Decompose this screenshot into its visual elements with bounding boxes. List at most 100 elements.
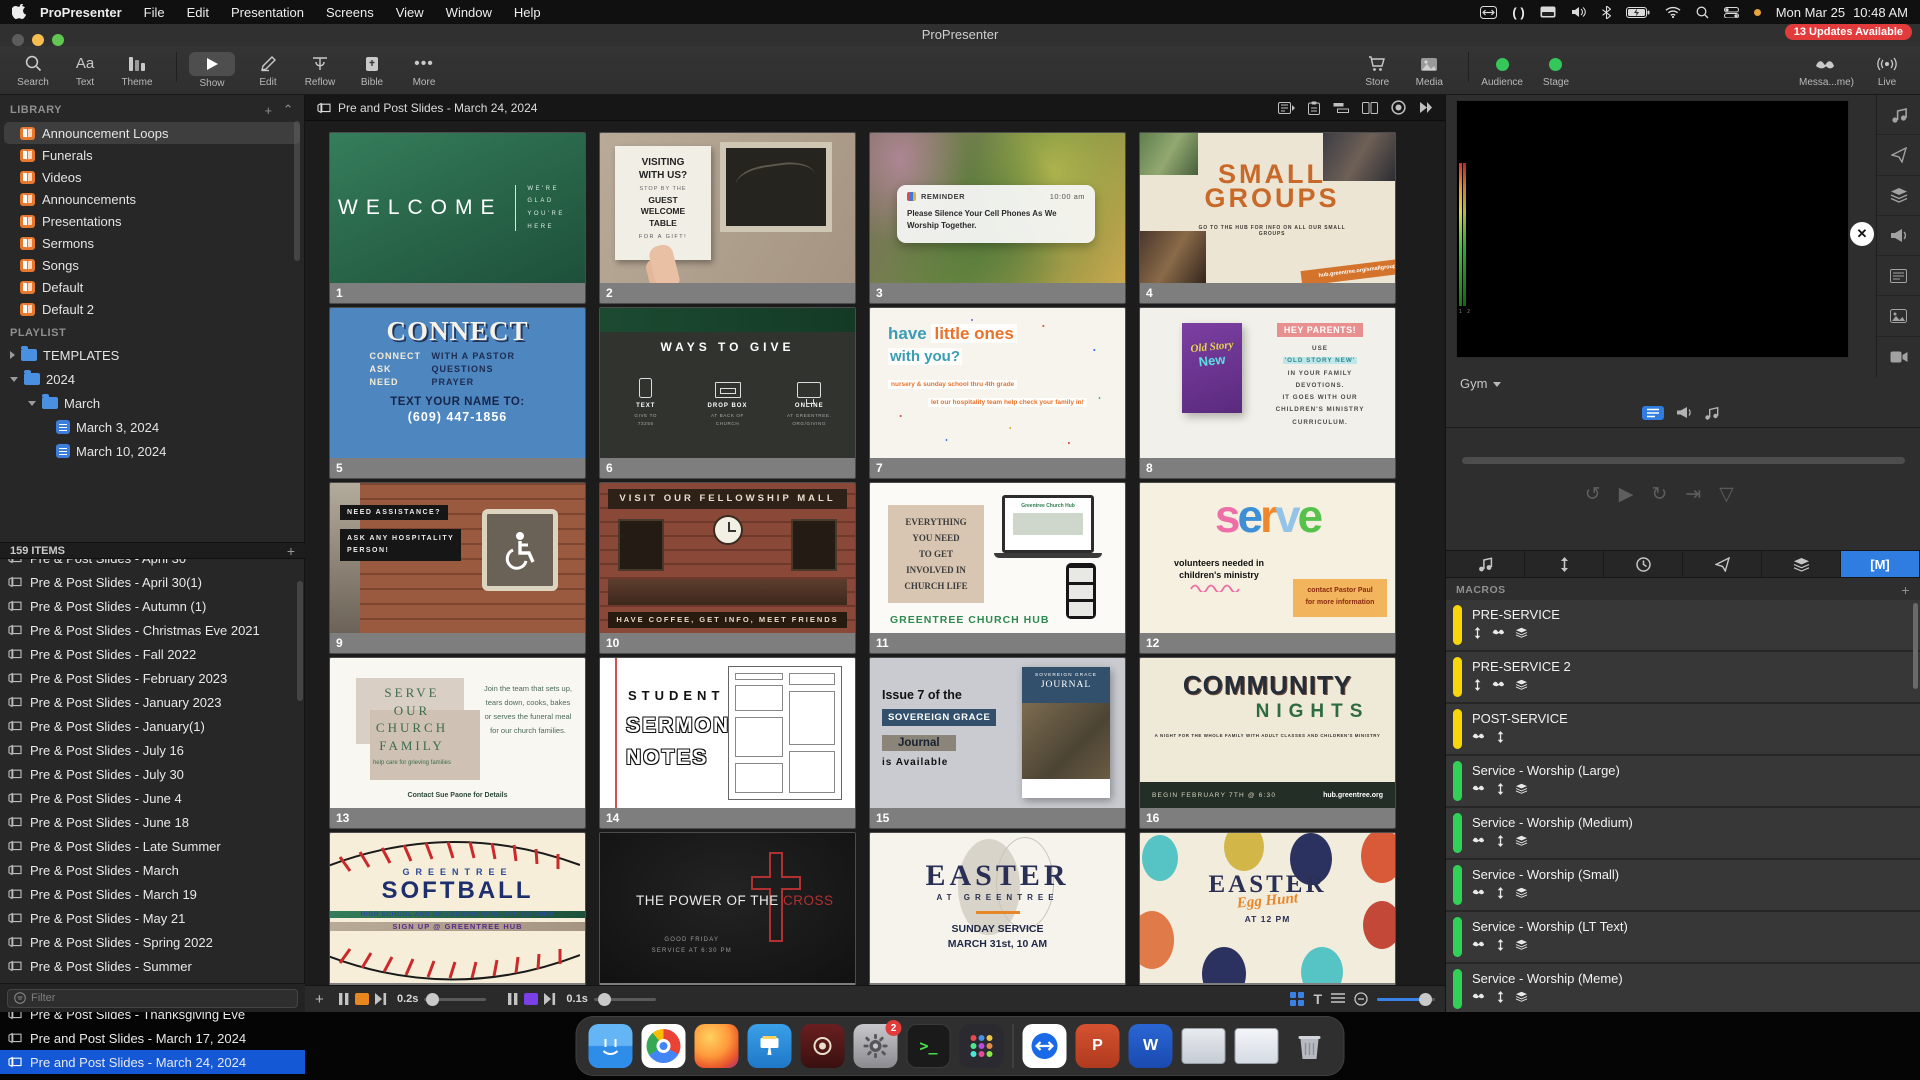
record-target-icon[interactable] (1391, 100, 1406, 115)
presentation-list-item[interactable]: Pre & Post Slides - February 2023 (0, 666, 305, 690)
library-item[interactable]: Presentations (0, 210, 304, 232)
bible-button[interactable]: Bible (353, 53, 391, 88)
slide-thumbnail-19[interactable]: EASTER AT GREENTREE SUNDAY SERVICEMARCH … (869, 832, 1126, 1004)
library-item[interactable]: Announcements (0, 188, 304, 210)
control-center-icon[interactable] (1724, 7, 1739, 18)
playlist-doc-march-3[interactable]: March 3, 2024 (0, 415, 304, 439)
presentation-list-item[interactable]: Pre & Post Slides - June 18 (0, 810, 305, 834)
library-item[interactable]: Default (0, 276, 304, 298)
launchpad-dock-icon[interactable] (960, 1024, 1004, 1068)
slide-thumbnail-5[interactable]: CONNECT CONNECTWITH A PASTOR ASKQUESTION… (329, 307, 586, 479)
presentation-list-item[interactable]: Pre and Post Slides - March 24, 2024 (0, 1050, 305, 1074)
wifi-icon[interactable] (1665, 6, 1681, 18)
presentation-list-item[interactable]: Pre and Post Slides - March 17, 2024 (0, 1026, 305, 1050)
presentation-list-item[interactable]: Pre & Post Slides - April 30 (0, 559, 305, 570)
firefox-dock-icon[interactable] (695, 1024, 739, 1068)
presentation-list-item[interactable]: Pre & Post Slides - Fall 2022 (0, 642, 305, 666)
battery-icon[interactable] (1626, 7, 1650, 18)
tab-looks[interactable] (1762, 551, 1841, 577)
search-button[interactable]: Search (14, 53, 52, 88)
slide-thumbnail-18[interactable]: THE POWER OF THE CROSS GOOD FRIDAYSERVIC… (599, 832, 856, 1004)
slide-thumbnail-20[interactable]: EASTER Egg Hunt AT 12 PM 20 (1139, 832, 1396, 1004)
slide-thumbnail-6[interactable]: WAYS TO GIVE TEXTGIVE TO73256 DROP BOXAT… (599, 307, 856, 479)
menu-item[interactable]: Screens (326, 5, 374, 20)
timeline-icon[interactable] (1333, 102, 1349, 114)
clipboard-icon[interactable] (1308, 101, 1320, 115)
media-loop-chip-orange[interactable] (355, 993, 369, 1005)
messages-button[interactable]: Messa...me) (1799, 53, 1854, 88)
playlist-doc-march-10[interactable]: March 10, 2024 (0, 439, 304, 463)
slide-thumbnail-14[interactable]: STUDENT SERMONNOTES 14 (599, 657, 856, 829)
macros-scrollbar[interactable] (1913, 603, 1918, 689)
slide-thumbnail-17[interactable]: GREENTREE SOFTBALL HIGH SCHOOL AND UP • … (329, 832, 586, 1004)
playlist-folder-march[interactable]: March (0, 391, 304, 415)
playlist-folder-2024[interactable]: 2024 (0, 367, 304, 391)
bluetooth-icon[interactable] (1602, 6, 1611, 19)
messages-send-icon[interactable] (1877, 135, 1920, 175)
presentation-list-item[interactable]: Pre & Post Slides - July 30 (0, 762, 305, 786)
terminal-dock-icon[interactable]: >_ (907, 1024, 951, 1068)
presentation-list-item[interactable]: Pre & Post Slides - May 21 (0, 906, 305, 930)
slide-thumbnail-11[interactable]: EVERYTHINGYOU NEEDTO GETINVOLVED INCHURC… (869, 482, 1126, 654)
library-item[interactable]: Videos (0, 166, 304, 188)
keynote-dock-icon[interactable] (748, 1024, 792, 1068)
display-status-icon[interactable] (1540, 6, 1556, 18)
audio-bin-icon[interactable] (1877, 95, 1920, 135)
library-item[interactable]: Funerals (0, 144, 304, 166)
spotlight-search-icon[interactable] (1696, 6, 1709, 19)
audio-mode-button[interactable] (1704, 406, 1719, 420)
library-item[interactable]: Default 2 (0, 298, 304, 320)
library-item[interactable]: Sermons (0, 232, 304, 254)
add-item-button[interactable]: + (287, 543, 295, 559)
add-slide-button[interactable]: + (315, 991, 331, 1008)
slide-thumbnail-1[interactable]: WELCOME WE'RE GLADYOU'RE HERE 1 (329, 132, 586, 304)
grid-view-icon[interactable] (1290, 992, 1304, 1006)
size-icon[interactable] (1354, 992, 1368, 1006)
media-library-icon[interactable] (1877, 296, 1920, 336)
tab-audio[interactable] (1446, 551, 1525, 577)
presentation-list-item[interactable]: Pre & Post Slides - Spring 2022 (0, 930, 305, 954)
rewind-15-button[interactable]: ↺ (1585, 483, 1601, 506)
presentation-list-item[interactable]: Pre & Post Slides - January(1) (0, 714, 305, 738)
slide-thumbnail-10[interactable]: VISIT OUR FELLOWSHIP MALL HAVE COFFEE, G… (599, 482, 856, 654)
app-status-icon[interactable]: ( ) (1512, 5, 1524, 20)
theme-button[interactable]: Theme (118, 53, 156, 88)
skip-30-button[interactable]: ⇥ (1685, 483, 1701, 506)
show-button[interactable]: Show (189, 52, 235, 89)
teamviewer-dock-icon[interactable] (1023, 1024, 1067, 1068)
stage-screens-button[interactable]: Stage (1537, 53, 1575, 88)
macro-worship-small[interactable]: Service - Worship (Small) (1446, 860, 1920, 910)
stage-display-icon[interactable] (1877, 256, 1920, 296)
chrome-dock-icon[interactable] (642, 1024, 686, 1068)
pause-icon[interactable] (508, 993, 518, 1005)
library-scrollbar[interactable] (294, 121, 300, 261)
transition-slider[interactable] (424, 998, 486, 1001)
menu-item[interactable]: ProPresenter (40, 5, 122, 20)
skip-next-icon[interactable] (375, 993, 387, 1005)
presentation-list-item[interactable]: Pre & Post Slides - Christmas Eve 2021 (0, 618, 305, 642)
thumbnail-zoom-slider[interactable] (1377, 998, 1435, 1001)
minimized-window-thumbnail[interactable] (1235, 1028, 1279, 1064)
close-preview-button[interactable]: ✕ (1850, 222, 1874, 246)
word-dock-icon[interactable]: W (1129, 1024, 1173, 1068)
apple-menu-icon[interactable] (12, 4, 26, 20)
presentation-list-item[interactable]: Pre & Post Slides - June 4 (0, 786, 305, 810)
presentation-list-item[interactable]: Pre & Post Slides - April 30(1) (0, 570, 305, 594)
list-scrollbar[interactable] (297, 581, 303, 701)
finder-dock-icon[interactable] (589, 1024, 633, 1068)
collapse-library-icon[interactable]: ⌃ (283, 102, 294, 118)
macro-worship-medium[interactable]: Service - Worship (Medium) (1446, 808, 1920, 858)
play-button[interactable]: ▶ (1619, 483, 1634, 506)
stage-text-mode-button[interactable] (1642, 406, 1664, 420)
split-view-icon[interactable] (1362, 102, 1378, 114)
macro-pre-service-2[interactable]: PRE-SERVICE 2 (1446, 652, 1920, 702)
pause-icon[interactable] (339, 993, 349, 1005)
library-item[interactable]: Songs (0, 254, 304, 276)
playback-progress-bar[interactable] (1462, 457, 1905, 464)
audience-screens-button[interactable]: Audience (1481, 53, 1523, 88)
slide-thumbnail-4[interactable]: SMALLGROUPS GO TO THE HUB FOR INFO ON AL… (1139, 132, 1396, 304)
macro-post-service[interactable]: POST-SERVICE (1446, 704, 1920, 754)
reflow-button[interactable]: Reflow (301, 53, 339, 88)
transition-slider[interactable] (594, 998, 656, 1001)
presentation-list-item[interactable]: Pre & Post Slides - July 16 (0, 738, 305, 762)
